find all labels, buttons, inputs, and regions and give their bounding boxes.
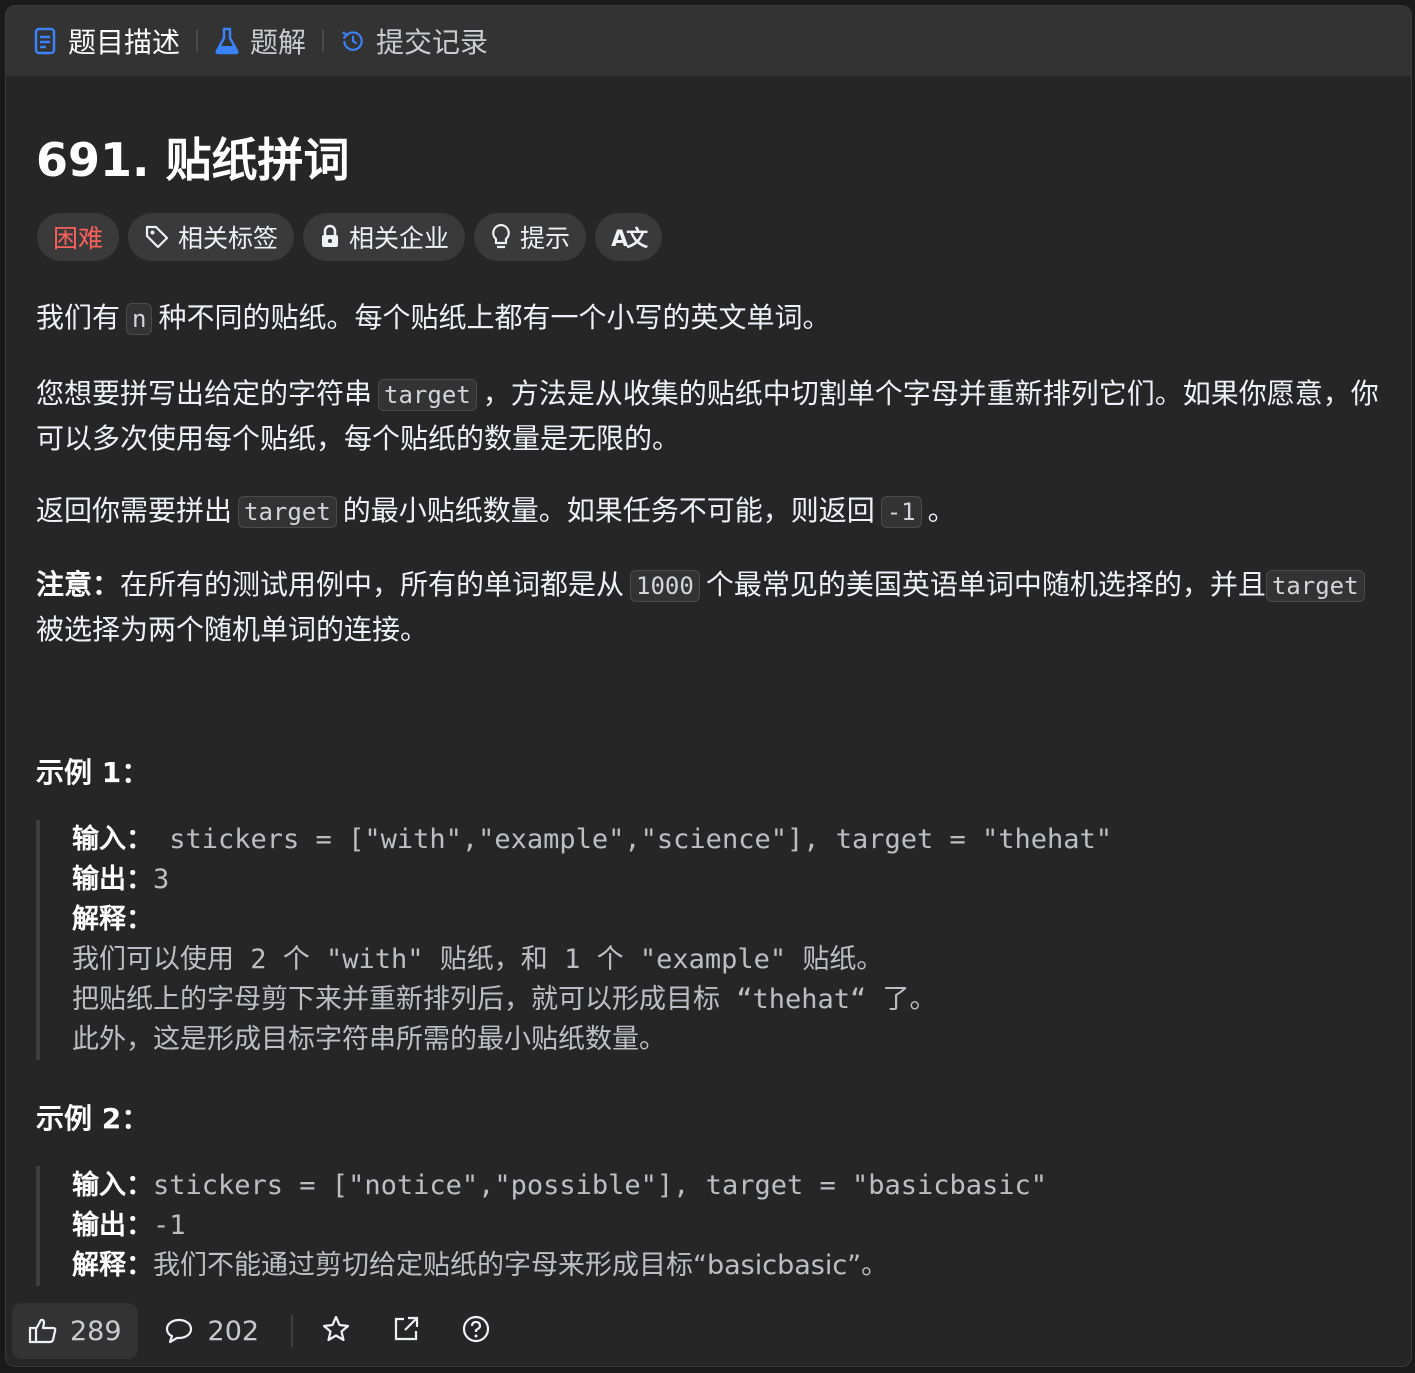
help-icon: [461, 1314, 491, 1348]
text: 的最小贴纸数量。如果任务不可能，则返回: [342, 494, 875, 527]
share-icon: [391, 1314, 421, 1348]
favorite-button[interactable]: [321, 1314, 351, 1348]
explanation-line: 我们可以使用 2 个 "with" 贴纸，和 1 个 "example" 贴纸。: [72, 944, 884, 975]
tab-divider: [196, 30, 199, 52]
lightbulb-icon: [490, 223, 512, 251]
text: 被选择为两个随机单词的连接。: [36, 613, 429, 646]
inline-code: 1000: [630, 570, 700, 602]
thumbs-up-icon: [28, 1317, 58, 1345]
text: 返回你需要拼出: [36, 494, 233, 527]
problem-title: 691. 贴纸拼词: [36, 133, 350, 187]
description-paragraph: 您想要拼写出给定的字符串 target ，方法是从收集的贴纸中切割单个字母并重新排列…: [36, 372, 1396, 460]
explanation-label: 解释：: [72, 904, 153, 935]
history-icon: [340, 26, 366, 56]
problem-panel: 题目描述 题解 提交记录 691. 贴纸拼词 困难 相关标签 相关企业 提示 A…: [5, 5, 1412, 1367]
note-label: 注意：: [36, 568, 121, 601]
lock-icon: [319, 224, 341, 250]
explanation-line: 此外，这是形成目标字符串所需的最小贴纸数量。: [72, 1024, 666, 1055]
translate-button[interactable]: A文: [595, 213, 663, 261]
problem-tags: 困难 相关标签 相关企业 提示 A文: [37, 213, 663, 261]
text: 您想要拼写出给定的字符串: [36, 377, 373, 410]
description-icon: [32, 26, 58, 56]
inline-code: -1: [880, 496, 922, 528]
help-button[interactable]: [461, 1314, 491, 1348]
like-count: 289: [70, 1315, 122, 1347]
example-1-block: 输入： stickers = ["with","example","scienc…: [36, 820, 1112, 1060]
explanation-line: 把贴纸上的字母剪下来并重新排列后，就可以形成目标 “thehat“ 了。: [72, 984, 937, 1015]
difficulty-badge[interactable]: 困难: [37, 213, 120, 261]
footer-divider: [291, 1315, 294, 1347]
example-2-block: 输入：stickers = ["notice","possible"], tar…: [36, 1166, 1047, 1286]
text: 。: [927, 494, 956, 527]
example-1-title: 示例 1：: [36, 756, 150, 789]
explanation-line: 我们不能通过剪切给定贴纸的字母来形成目标“basicbasic”。: [153, 1250, 889, 1281]
inline-code: n: [126, 303, 153, 335]
tab-bar: 题目描述 题解 提交记录: [6, 6, 1411, 76]
tab-submissions-label: 提交记录: [376, 26, 489, 59]
related-companies-label: 相关企业: [349, 224, 450, 253]
text: 在所有的测试用例中，所有的单词都是从: [120, 568, 625, 601]
share-button[interactable]: [391, 1314, 421, 1348]
text: 我们有: [36, 301, 121, 334]
related-companies-button[interactable]: 相关企业: [303, 213, 466, 261]
example-input: stickers = ["with","example","science"],…: [153, 824, 1113, 855]
example-2-title: 示例 2：: [36, 1102, 150, 1135]
explanation-label: 解释：: [72, 1250, 153, 1281]
output-label: 输出：: [72, 864, 153, 895]
example-output: -1: [153, 1210, 186, 1241]
tab-description[interactable]: 题目描述: [32, 21, 180, 61]
tab-solutions-label: 题解: [250, 26, 307, 59]
description-paragraph: 返回你需要拼出 target 的最小贴纸数量。如果任务不可能，则返回 -1。: [36, 489, 956, 534]
inline-code: target: [378, 379, 477, 411]
tab-solutions[interactable]: 题解: [214, 21, 306, 61]
text: 种不同的贴纸。每个贴纸上都有一个小写的英文单词。: [158, 301, 831, 334]
translate-glyph: A文: [611, 227, 648, 252]
tab-divider: [322, 30, 325, 52]
hint-label: 提示: [520, 224, 571, 253]
tab-description-label: 题目描述: [68, 26, 181, 59]
example-input: stickers = ["notice","possible"], target…: [153, 1170, 1048, 1201]
input-label: 输入：: [72, 824, 153, 855]
example-output: 3: [153, 864, 170, 895]
related-tags-label: 相关标签: [178, 224, 279, 253]
footer-toolbar: 289 202: [12, 1302, 531, 1360]
description-note: 注意：在所有的测试用例中，所有的单词都是从 1000 个最常见的美国英语单词中随机选…: [36, 563, 1396, 651]
description-paragraph: 我们有 n 种不同的贴纸。每个贴纸上都有一个小写的英文单词。: [36, 296, 830, 341]
like-button[interactable]: 289: [12, 1303, 138, 1359]
inline-code: target: [1265, 570, 1365, 602]
comment-count: 202: [207, 1315, 260, 1347]
output-label: 输出：: [72, 1210, 153, 1241]
star-icon: [321, 1314, 351, 1348]
input-label: 输入：: [72, 1170, 153, 1201]
flask-icon: [214, 26, 240, 56]
tag-icon: [144, 224, 170, 250]
related-tags-button[interactable]: 相关标签: [128, 213, 295, 261]
translate-icon: A文: [611, 221, 648, 253]
comment-icon: [164, 1317, 194, 1345]
comments-button[interactable]: 202: [164, 1315, 260, 1347]
hint-button[interactable]: 提示: [474, 213, 587, 261]
inline-code: target: [238, 496, 337, 528]
text: 个最常见的美国英语单词中随机选择的，并且: [705, 568, 1266, 601]
tab-submissions[interactable]: 提交记录: [340, 21, 488, 61]
